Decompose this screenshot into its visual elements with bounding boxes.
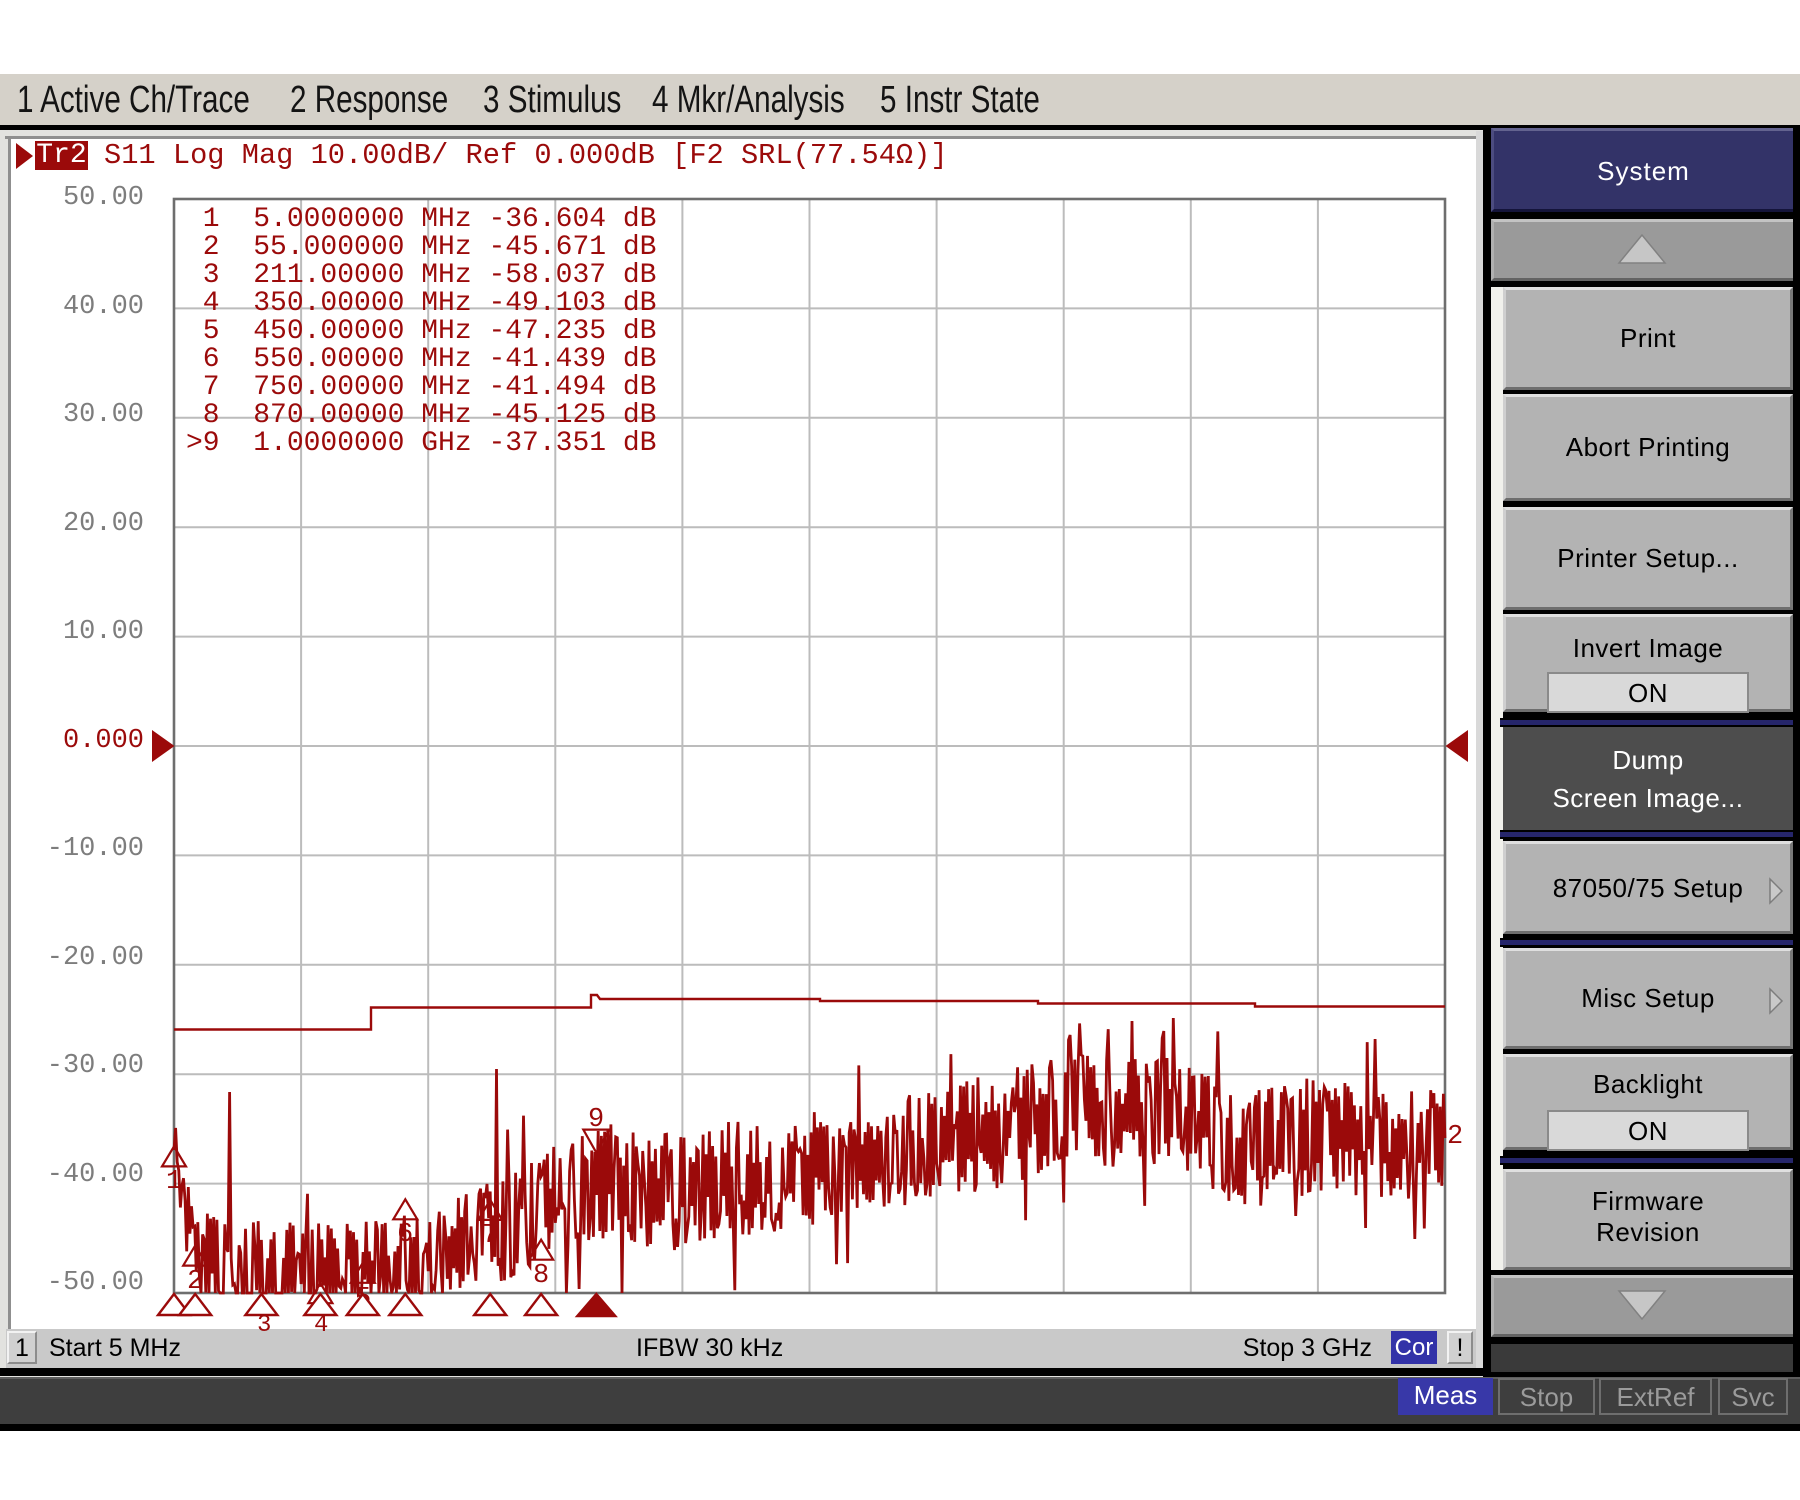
svg-text:9: 9 xyxy=(588,1105,604,1135)
svg-text:7: 7 xyxy=(482,1221,498,1251)
svg-text:6: 6 xyxy=(397,1220,413,1250)
svg-text:8: 8 xyxy=(533,1261,549,1291)
svg-text:1: 1 xyxy=(166,1167,182,1197)
